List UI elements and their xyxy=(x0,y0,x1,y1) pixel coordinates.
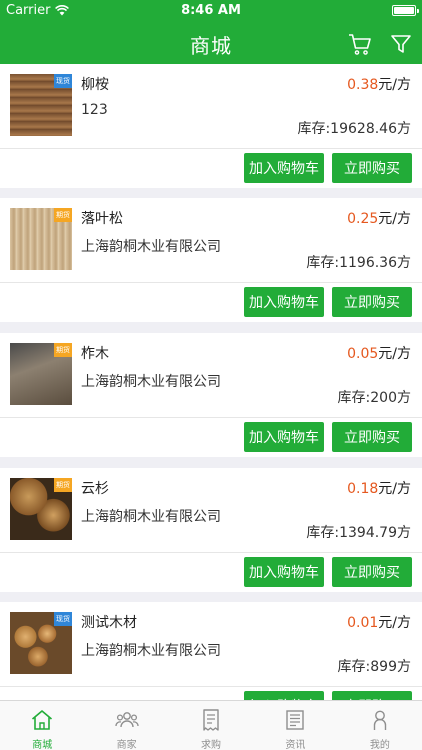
add-to-cart-button[interactable]: 加入购物车 xyxy=(244,153,324,183)
purchase-request-icon xyxy=(203,709,219,731)
product-name[interactable]: 柞木 xyxy=(81,343,109,363)
stock-info: 库存:200方 xyxy=(337,390,411,406)
product-list[interactable]: 现货 柳桉 123 0.38元/方 库存:19628.46方 加入购物车 立即购… xyxy=(0,64,422,700)
stock-type-tag: 现货 xyxy=(54,74,72,88)
product-card: 现货 测试木材 上海韵桐木业有限公司 0.01元/方 库存:899方 加入购物车… xyxy=(0,602,422,700)
stock-info: 库存:899方 xyxy=(337,659,411,675)
seller-name: 123 xyxy=(81,102,108,118)
tab-profile[interactable]: 我的 xyxy=(338,701,422,750)
stock-type-tag: 期货 xyxy=(54,208,72,222)
price-unit: 元/方 xyxy=(378,481,411,497)
status-bar: Carrier 8:46 AM xyxy=(0,0,422,22)
price: 0.25元/方 xyxy=(347,208,411,228)
price-value: 0.01 xyxy=(347,615,379,631)
product-card: 期货 云杉 上海韵桐木业有限公司 0.18元/方 库存:1394.79方 加入购… xyxy=(0,468,422,592)
divider xyxy=(0,417,422,418)
tab-label: 商家 xyxy=(116,740,137,750)
price-value: 0.18 xyxy=(347,481,379,497)
tab-merchants[interactable]: 商家 xyxy=(84,701,168,750)
add-to-cart-button[interactable]: 加入购物车 xyxy=(244,691,324,700)
news-icon xyxy=(286,710,305,730)
price-unit: 元/方 xyxy=(378,77,411,93)
product-card: 现货 柳桉 123 0.38元/方 库存:19628.46方 加入购物车 立即购… xyxy=(0,64,422,188)
stock-type-tag: 期货 xyxy=(54,343,72,357)
tab-label: 求购 xyxy=(201,740,222,750)
divider xyxy=(0,552,422,553)
seller-name: 上海韵桐木业有限公司 xyxy=(81,239,221,255)
stock-info: 库存:1196.36方 xyxy=(306,255,411,271)
stock-info: 库存:1394.79方 xyxy=(306,525,411,541)
buy-now-button[interactable]: 立即购买 xyxy=(332,422,412,452)
price-value: 0.05 xyxy=(347,346,379,362)
product-image[interactable]: 期货 xyxy=(10,208,72,270)
tab-label: 资讯 xyxy=(285,740,306,750)
tab-bar: 商城 商家 求购 资讯 我的 xyxy=(0,700,422,750)
product-image[interactable]: 期货 xyxy=(10,343,72,405)
product-name[interactable]: 测试木材 xyxy=(81,612,137,632)
tab-mall[interactable]: 商城 xyxy=(0,701,84,750)
divider xyxy=(0,148,422,149)
tab-label: 我的 xyxy=(369,740,390,750)
price-value: 0.38 xyxy=(347,77,379,93)
product-image[interactable]: 现货 xyxy=(10,74,72,136)
cart-icon[interactable] xyxy=(348,32,372,56)
buy-now-button[interactable]: 立即购买 xyxy=(332,287,412,317)
stock-type-tag: 期货 xyxy=(54,478,72,492)
price: 0.01元/方 xyxy=(347,612,411,632)
product-card: 期货 柞木 上海韵桐木业有限公司 0.05元/方 库存:200方 加入购物车 立… xyxy=(0,333,422,457)
price: 0.18元/方 xyxy=(347,478,411,498)
price: 0.05元/方 xyxy=(347,343,411,363)
status-time: 8:46 AM xyxy=(181,3,241,18)
add-to-cart-button[interactable]: 加入购物车 xyxy=(244,422,324,452)
seller-name: 上海韵桐木业有限公司 xyxy=(81,643,221,659)
price: 0.38元/方 xyxy=(347,74,411,94)
stock-info: 库存:19628.46方 xyxy=(297,121,411,137)
filter-icon[interactable] xyxy=(389,32,413,56)
product-image[interactable]: 现货 xyxy=(10,612,72,674)
seller-name: 上海韵桐木业有限公司 xyxy=(81,374,221,390)
top-bar: Carrier 8:46 AM 商城 xyxy=(0,0,422,64)
product-name[interactable]: 云杉 xyxy=(81,478,109,498)
merchants-icon xyxy=(114,712,139,728)
product-image[interactable]: 期货 xyxy=(10,478,72,540)
buy-now-button[interactable]: 立即购买 xyxy=(332,557,412,587)
product-name[interactable]: 柳桉 xyxy=(81,74,109,94)
home-icon xyxy=(32,710,53,730)
battery-icon xyxy=(392,5,419,16)
price-unit: 元/方 xyxy=(378,211,411,227)
tab-news[interactable]: 资讯 xyxy=(253,701,337,750)
profile-icon xyxy=(373,710,387,730)
price-value: 0.25 xyxy=(347,211,379,227)
seller-name: 上海韵桐木业有限公司 xyxy=(81,509,221,525)
price-unit: 元/方 xyxy=(378,346,411,362)
buy-now-button[interactable]: 立即购买 xyxy=(332,691,412,700)
add-to-cart-button[interactable]: 加入购物车 xyxy=(244,287,324,317)
price-unit: 元/方 xyxy=(378,615,411,631)
product-card: 期货 落叶松 上海韵桐木业有限公司 0.25元/方 库存:1196.36方 加入… xyxy=(0,198,422,322)
divider xyxy=(0,686,422,687)
tab-label: 商城 xyxy=(32,740,53,750)
stock-type-tag: 现货 xyxy=(54,612,72,626)
tab-purchase-request[interactable]: 求购 xyxy=(169,701,253,750)
add-to-cart-button[interactable]: 加入购物车 xyxy=(244,557,324,587)
product-name[interactable]: 落叶松 xyxy=(81,208,123,228)
buy-now-button[interactable]: 立即购买 xyxy=(332,153,412,183)
divider xyxy=(0,282,422,283)
